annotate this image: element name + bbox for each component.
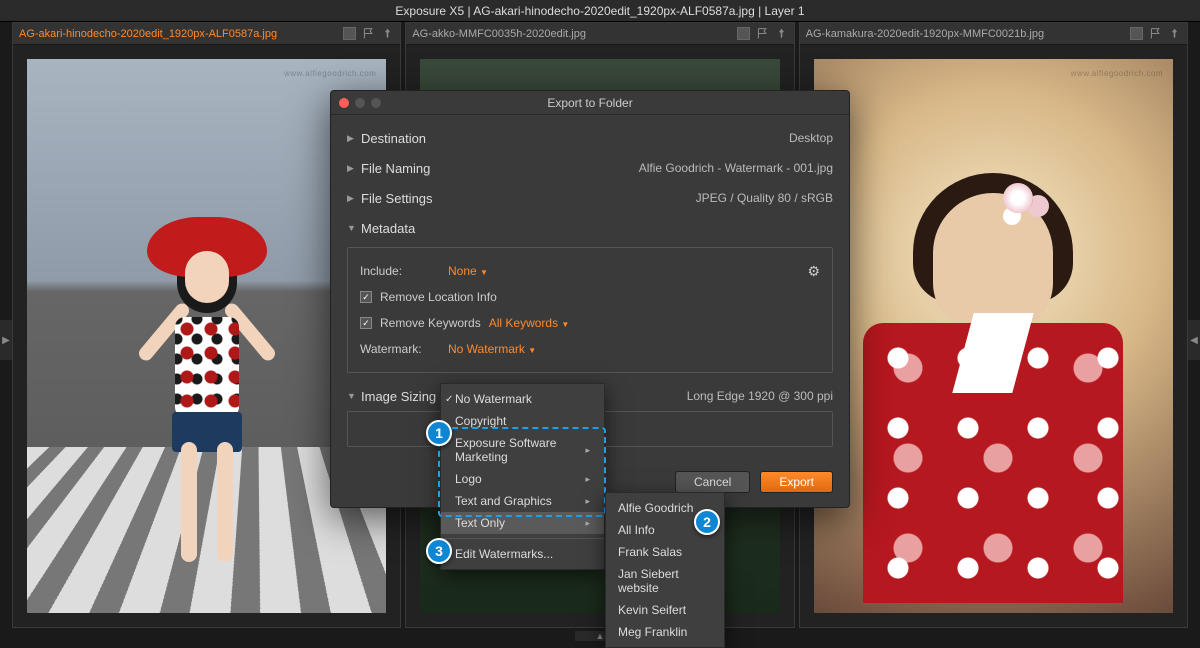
metadata-panel: Include: None ▼ ⚙ ✓ Remove Location Info… <box>347 247 833 373</box>
menu-item-text-only[interactable]: Text Only <box>441 512 604 534</box>
chevron-right-icon: ▶ <box>347 193 361 204</box>
color-label-icon[interactable] <box>1130 27 1143 40</box>
minimize-icon <box>355 98 365 108</box>
chevron-right-icon: ▶ <box>347 133 361 144</box>
pin-icon[interactable] <box>1168 27 1181 40</box>
pin-icon[interactable] <box>775 27 788 40</box>
menu-item-copyright[interactable]: Copyright <box>441 410 604 432</box>
export-button[interactable]: Export <box>760 471 833 493</box>
zoom-icon <box>371 98 381 108</box>
dialog-titlebar[interactable]: Export to Folder <box>331 91 849 115</box>
right-panel-toggle[interactable]: ◀ <box>1188 320 1200 360</box>
menu-item-text-graphics[interactable]: Text and Graphics <box>441 490 604 512</box>
panel-header-1[interactable]: AG-akari-hinodecho-2020edit_1920px-ALF05… <box>13 23 400 45</box>
panel-filename: AG-akari-hinodecho-2020edit_1920px-ALF05… <box>19 28 337 40</box>
caret-down-icon: ▼ <box>480 268 488 277</box>
remove-keywords-checkbox[interactable]: ✓ <box>360 317 372 329</box>
color-label-icon[interactable] <box>343 27 356 40</box>
menu-item-exposure-marketing[interactable]: Exposure Software Marketing <box>441 432 604 468</box>
left-panel-toggle[interactable]: ▶ <box>0 320 12 360</box>
remove-location-checkbox[interactable]: ✓ <box>360 291 372 303</box>
section-metadata[interactable]: ▼ Metadata <box>347 213 833 243</box>
section-file-naming[interactable]: ▶ File Naming Alfie Goodrich - Watermark… <box>347 153 833 183</box>
include-dropdown[interactable]: None ▼ <box>448 264 488 278</box>
remove-location-label: Remove Location Info <box>380 290 497 304</box>
caret-down-icon: ▼ <box>561 320 569 329</box>
flag-icon[interactable] <box>756 27 769 40</box>
include-label: Include: <box>360 264 440 278</box>
app-titlebar: Exposure X5 | AG-akari-hinodecho-2020edi… <box>0 0 1200 22</box>
panel-filename: AG-akko-MMFC0035h-2020edit.jpg <box>412 28 730 40</box>
chevron-right-icon: ▶ <box>347 163 361 174</box>
watermark-text: www.alfiegoodrich.com <box>284 69 376 78</box>
watermark-menu: No Watermark Copyright Exposure Software… <box>440 383 605 570</box>
section-destination[interactable]: ▶ Destination Desktop <box>347 123 833 153</box>
keywords-dropdown[interactable]: All Keywords ▼ <box>489 316 570 330</box>
panel-header-3[interactable]: AG-kamakura-2020edit-1920px-MMFC0021b.jp… <box>800 23 1187 45</box>
callout-1: 1 <box>426 420 452 446</box>
pin-icon[interactable] <box>381 27 394 40</box>
menu-item-logo[interactable]: Logo <box>441 468 604 490</box>
submenu-item[interactable]: Jan Siebert website <box>606 563 724 599</box>
flag-icon[interactable] <box>1149 27 1162 40</box>
caret-down-icon: ▼ <box>528 346 536 355</box>
chevron-down-icon: ▼ <box>347 223 361 233</box>
color-label-icon[interactable] <box>737 27 750 40</box>
section-file-settings[interactable]: ▶ File Settings JPEG / Quality 80 / sRGB <box>347 183 833 213</box>
dialog-title: Export to Folder <box>331 96 849 110</box>
close-icon[interactable] <box>339 98 349 108</box>
remove-keywords-label: Remove Keywords <box>380 316 481 330</box>
watermark-text: www.alfiegoodrich.com <box>1071 69 1163 78</box>
image-preview-3[interactable]: www.alfiegoodrich.com <box>800 45 1187 627</box>
image-panel-3: AG-kamakura-2020edit-1920px-MMFC0021b.jp… <box>799 22 1188 628</box>
panel-header-2[interactable]: AG-akko-MMFC0035h-2020edit.jpg <box>406 23 793 45</box>
watermark-dropdown[interactable]: No Watermark ▼ <box>448 342 536 356</box>
menu-item-no-watermark[interactable]: No Watermark <box>441 388 604 410</box>
callout-3: 3 <box>426 538 452 564</box>
callout-2: 2 <box>694 509 720 535</box>
submenu-item[interactable]: Frank Salas <box>606 541 724 563</box>
submenu-item[interactable]: Kevin Seifert <box>606 599 724 621</box>
cancel-button[interactable]: Cancel <box>675 471 750 493</box>
panel-filename: AG-kamakura-2020edit-1920px-MMFC0021b.jp… <box>806 28 1124 40</box>
watermark-label: Watermark: <box>360 342 440 356</box>
flag-icon[interactable] <box>362 27 375 40</box>
gear-icon[interactable]: ⚙ <box>807 263 820 280</box>
chevron-down-icon: ▼ <box>347 391 361 401</box>
menu-item-edit-watermarks[interactable]: Edit Watermarks... <box>441 543 604 565</box>
